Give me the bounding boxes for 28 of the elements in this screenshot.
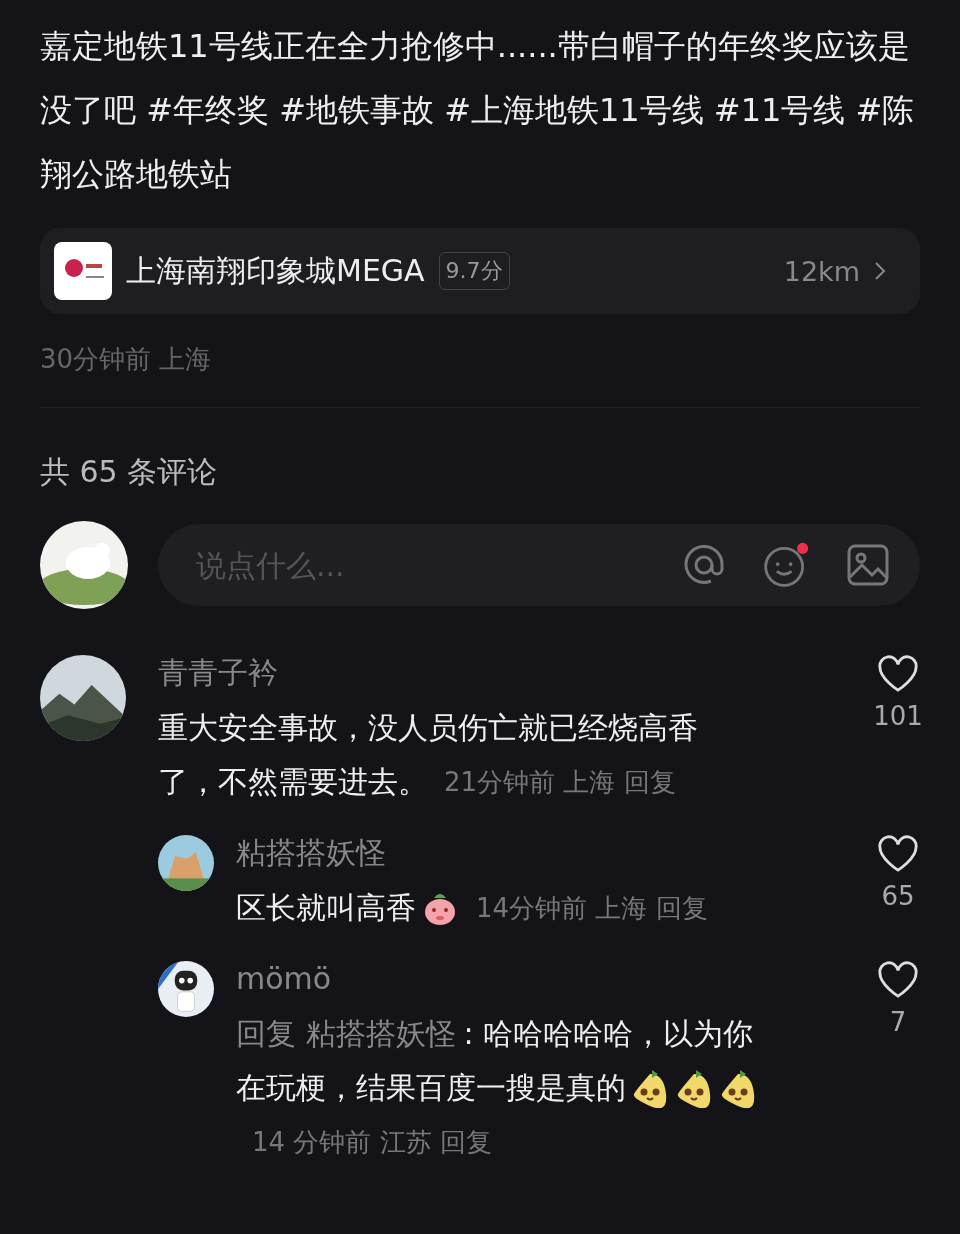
mall-logo-icon — [54, 242, 112, 300]
comment-text: 区长就叫高香 — [236, 889, 416, 927]
like-icon[interactable] — [877, 655, 919, 693]
location-card[interactable]: 上海南翔印象城MEGA 9.7分 12km — [40, 228, 920, 314]
comment-text: 重大安全事故，没人员伤亡就已经烧高香 — [158, 709, 698, 747]
place-rating: 9.7分 — [438, 252, 510, 290]
comment-meta: 14分钟前 上海 回复 — [476, 892, 708, 925]
commenter-name[interactable]: 粘搭搭妖怪 — [236, 831, 838, 875]
like-icon[interactable] — [877, 835, 919, 873]
like-count: 101 — [873, 701, 923, 731]
comment-meta: 14 分钟前 江苏 回复 — [252, 1126, 492, 1159]
commenter-name[interactable]: 青青子衿 — [158, 651, 838, 695]
like-icon[interactable] — [877, 961, 919, 999]
post-time-location: 30分钟前 上海 — [40, 343, 213, 376]
commenter-name[interactable]: mömö — [236, 957, 838, 1001]
comment-text: 了，不然需要进去。 — [158, 763, 428, 801]
post-text: 嘉定地铁11号线正在全力抢修中......带白帽子的年终奖应该是没了吧 #年终奖 #地铁事故 #上海地铁11号线 #11号线 #陈翔公路地铁站 — [40, 26, 916, 195]
comment-meta: 21分钟前 上海 回复 — [444, 766, 676, 799]
like-count: 7 — [889, 1007, 907, 1037]
like-count: 65 — [881, 881, 915, 911]
place-name: 上海南翔印象城MEGA — [126, 251, 425, 290]
comment-text: 在玩梗，结果百度一搜是真的 — [236, 1069, 626, 1107]
place-distance: 12km — [783, 255, 860, 287]
comment-text: : 哈哈哈哈哈，以为你 — [463, 1015, 754, 1053]
emoji-icon[interactable] — [762, 541, 810, 589]
reply-to-label[interactable]: 回复 粘搭搭妖怪 — [236, 1007, 456, 1061]
chevron-right-icon — [874, 261, 886, 281]
comment-count: 共 65 条评论 — [40, 453, 219, 491]
